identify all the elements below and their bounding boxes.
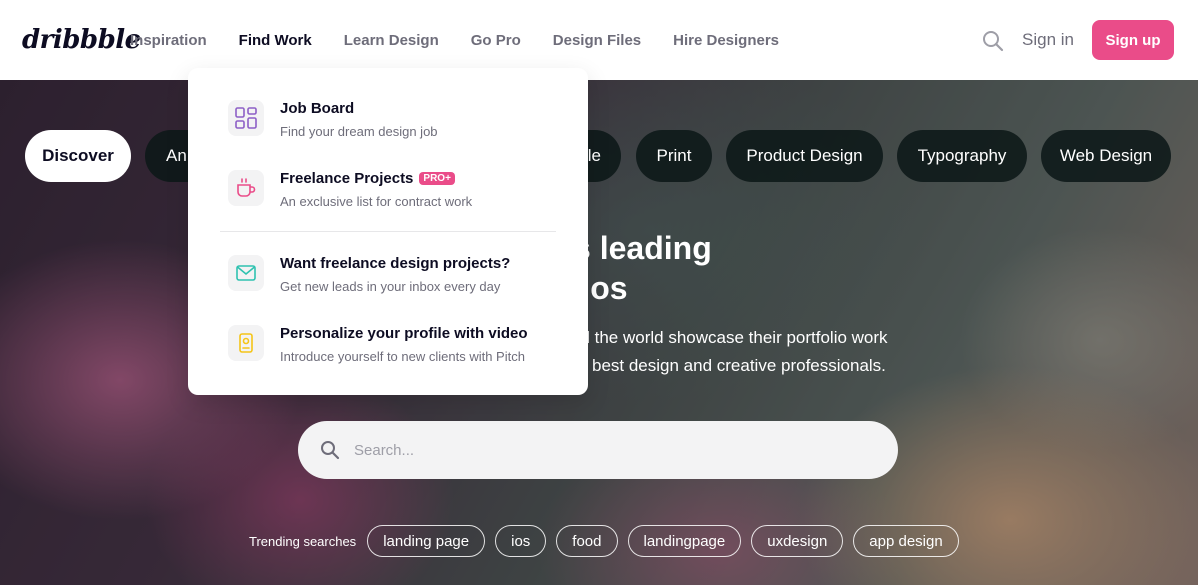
category-discover[interactable]: Discover	[25, 130, 131, 182]
dropdown-item-freelance-leads[interactable]: Want freelance design projects? Get new …	[228, 255, 568, 305]
category-web-design[interactable]: Web Design	[1041, 130, 1171, 182]
top-header: dribbble Inspiration Find Work Learn Des…	[0, 0, 1198, 80]
dropdown-item-desc: An exclusive list for contract work	[280, 194, 473, 209]
search-icon[interactable]	[982, 30, 1004, 52]
dropdown-item-title: Freelance Projects PRO+	[280, 170, 455, 187]
trending-tag[interactable]: app design	[853, 525, 959, 557]
category-print[interactable]: Print	[636, 130, 712, 182]
dropdown-item-desc: Get new leads in your inbox every day	[280, 279, 501, 294]
dropdown-divider	[220, 231, 556, 232]
search-icon	[320, 440, 340, 460]
dropdown-item-title: Job Board	[280, 100, 355, 117]
dropdown-item-title-text: Freelance Projects	[280, 170, 414, 187]
nav-find-work[interactable]: Find Work	[239, 32, 312, 49]
trending-tag[interactable]: landingpage	[627, 525, 742, 557]
coffee-cup-icon	[228, 170, 264, 206]
search-input[interactable]	[354, 435, 874, 465]
nav-learn-design[interactable]: Learn Design	[344, 32, 439, 49]
grid-icon	[228, 100, 264, 136]
dropdown-item-desc: Find your dream design job	[280, 124, 438, 139]
trending-label: Trending searches	[249, 533, 357, 549]
hero-search-box[interactable]	[298, 421, 898, 479]
nav-go-pro[interactable]: Go Pro	[471, 32, 521, 49]
dropdown-item-title: Personalize your profile with video	[280, 325, 528, 342]
envelope-icon	[228, 255, 264, 291]
nav-design-files[interactable]: Design Files	[553, 32, 641, 49]
nav-hire-designers[interactable]: Hire Designers	[673, 32, 779, 49]
trending-tag[interactable]: uxdesign	[751, 525, 844, 557]
trending-tag[interactable]: landing page	[367, 525, 486, 557]
sign-up-button[interactable]: Sign up	[1092, 20, 1174, 60]
find-work-dropdown: Job Board Find your dream design job Fre…	[188, 68, 588, 395]
dropdown-item-freelance-projects[interactable]: Freelance Projects PRO+ An exclusive list…	[228, 170, 568, 220]
category-product-design[interactable]: Product Design	[726, 130, 883, 182]
pro-plus-badge: PRO+	[419, 172, 455, 185]
trending-searches: Trending searches landing page ios food …	[249, 525, 969, 557]
nav-inspiration[interactable]: Inspiration	[130, 32, 207, 49]
logo-text: dribbble	[22, 25, 141, 55]
dropdown-item-pitch-video[interactable]: Personalize your profile with video Intr…	[228, 325, 568, 375]
sign-in-link[interactable]: Sign in	[1022, 30, 1074, 50]
dropdown-item-desc: Introduce yourself to new clients with P…	[280, 349, 525, 364]
category-typography[interactable]: Typography	[897, 130, 1027, 182]
trending-tag[interactable]: ios	[495, 525, 547, 557]
dribbble-logo[interactable]: dribbble	[22, 22, 141, 58]
dropdown-item-job-board[interactable]: Job Board Find your dream design job	[228, 100, 568, 150]
hero-section: Discover An le Print Product Design Typo…	[0, 80, 1198, 585]
trending-tag[interactable]: food	[556, 525, 618, 557]
dropdown-item-title: Want freelance design projects?	[280, 255, 511, 272]
profile-badge-icon	[228, 325, 264, 361]
